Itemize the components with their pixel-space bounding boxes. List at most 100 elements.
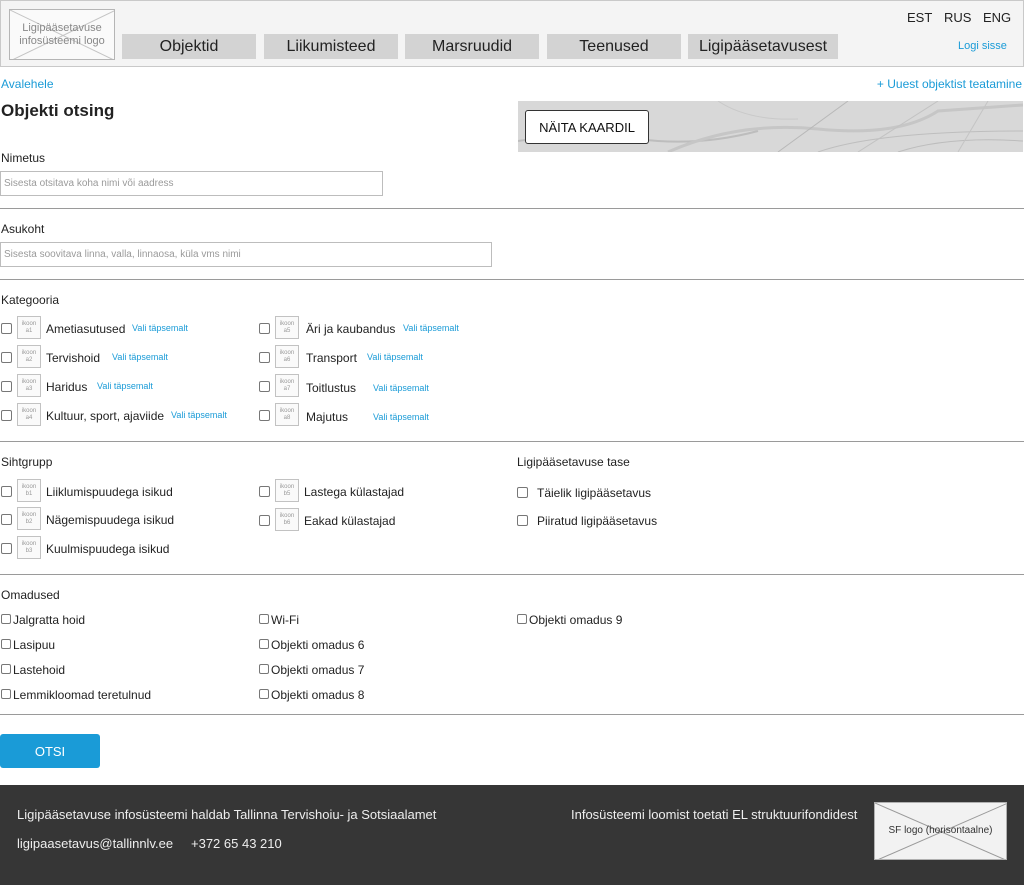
category-label-kultuur: Kultuur, sport, ajaviide (46, 409, 165, 423)
level-checkbox-limited[interactable] (517, 515, 528, 526)
property-label-omadus8: Objekti omadus 8 (271, 688, 365, 702)
category-checkbox-tervishoid[interactable] (1, 352, 12, 363)
site-logo[interactable]: Ligipääsetavuse infosüsteemi logo (9, 9, 115, 60)
report-new-object-link[interactable]: + Uuest objektist teatamine (877, 77, 1022, 91)
divider (0, 279, 1024, 280)
nav-marsruudid[interactable]: Marsruudid (405, 34, 539, 59)
lang-est[interactable]: EST (907, 10, 932, 25)
category-a1-icon: ikoon a1 (17, 316, 41, 339)
category-label: Kategooria (1, 293, 60, 307)
header: Ligipääsetavuse infosüsteemi logo Objekt… (0, 0, 1024, 67)
category-a8-icon: ikoon a8 (275, 403, 299, 426)
login-link[interactable]: Logi sisse (958, 40, 1007, 52)
property-label-omadus6: Objekti omadus 6 (271, 638, 365, 652)
target-b1-icon: ikoon b1 (17, 479, 41, 502)
category-checkbox-haridus[interactable] (1, 381, 12, 392)
category-a6-icon: ikoon a6 (275, 345, 299, 368)
divider (0, 574, 1024, 575)
nav-teenused[interactable]: Teenused (547, 34, 681, 59)
target-b2-icon: ikoon b2 (17, 507, 41, 530)
category-checkbox-kultuur[interactable] (1, 410, 12, 421)
category-checkbox-majutus[interactable] (259, 410, 270, 421)
accessibility-level-label: Ligipääsetavuse tase (517, 455, 630, 469)
property-label-lasipuu: Lasipuu (13, 638, 56, 652)
name-label: Nimetus (1, 151, 46, 165)
target-checkbox-eakad[interactable] (259, 515, 270, 526)
map-preview[interactable]: NÄITA KAARDIL (518, 101, 1023, 152)
category-label-haridus: Haridus (46, 380, 88, 394)
level-checkbox-full[interactable] (517, 487, 528, 498)
category-refine-tervishoid[interactable]: Vali täpsemalt (112, 352, 168, 362)
property-checkbox-omadus6[interactable] (259, 639, 269, 649)
category-checkbox-toitlustus[interactable] (259, 381, 270, 392)
category-refine-transport[interactable]: Vali täpsemalt (367, 352, 423, 362)
property-checkbox-lastehoid[interactable] (1, 664, 11, 674)
footer-phone: +372 65 43 210 (191, 836, 282, 851)
nav-objektid[interactable]: Objektid (122, 34, 256, 59)
category-a3-icon: ikoon a3 (17, 374, 41, 397)
nav-liikumisteed[interactable]: Liikumisteed (264, 34, 398, 59)
property-checkbox-omadus9[interactable] (517, 614, 527, 624)
target-checkbox-lastega[interactable] (259, 486, 270, 497)
category-refine-ari[interactable]: Vali täpsemalt (403, 323, 459, 333)
property-label-jalgratta: Jalgratta hoid (13, 613, 86, 627)
property-label-wifi: Wi-Fi (271, 613, 299, 627)
show-on-map-button[interactable]: NÄITA KAARDIL (525, 110, 649, 144)
location-search-input[interactable] (0, 242, 492, 267)
target-b6-icon: ikoon b6 (275, 508, 299, 531)
category-checkbox-ametiasutused[interactable] (1, 323, 12, 334)
property-checkbox-wifi[interactable] (259, 614, 269, 624)
target-checkbox-kuulmispuue[interactable] (1, 543, 12, 554)
breadcrumb-home[interactable]: Avalehele (1, 77, 54, 91)
property-label-omadus9: Objekti omadus 9 (529, 613, 623, 627)
category-label-transport: Transport (306, 351, 357, 365)
divider (0, 208, 1024, 209)
category-label-toitlustus: Toitlustus (306, 381, 357, 395)
property-label-lastehoid: Lastehoid (13, 663, 66, 677)
property-checkbox-jalgratta[interactable] (1, 614, 11, 624)
category-a5-icon: ikoon a5 (275, 316, 299, 339)
property-checkbox-lemmikloomad[interactable] (1, 689, 11, 699)
footer-maintainer: Ligipääsetavuse infosüsteemi haldab Tall… (17, 807, 437, 822)
page-title: Objekti otsing (1, 101, 115, 120)
search-button[interactable]: OTSI (0, 734, 100, 768)
property-label-lemmikloomad: Lemmikloomad teretulnud (13, 688, 152, 702)
sf-logo: SF logo (horisontaalne) (874, 802, 1007, 860)
name-search-input[interactable] (0, 171, 383, 196)
property-checkbox-lasipuu[interactable] (1, 639, 11, 649)
category-refine-haridus[interactable]: Vali täpsemalt (97, 381, 153, 391)
category-a4-icon: ikoon a4 (17, 403, 41, 426)
category-checkbox-ari[interactable] (259, 323, 270, 334)
properties-label: Omadused (1, 588, 60, 602)
level-label-limited: Piiratud ligipääsetavus (537, 514, 658, 528)
target-checkbox-liiklumispuue[interactable] (1, 486, 12, 497)
footer: Ligipääsetavuse infosüsteemi haldab Tall… (0, 785, 1024, 885)
lang-eng[interactable]: ENG (983, 10, 1011, 25)
divider (0, 714, 1024, 715)
target-label-eakad: Eakad külastajad (304, 514, 396, 528)
category-a2-icon: ikoon a2 (17, 345, 41, 368)
divider (0, 441, 1024, 442)
category-label-majutus: Majutus (306, 410, 349, 424)
category-refine-ametiasutused[interactable]: Vali täpsemalt (132, 323, 188, 333)
target-label-nagemispuue: Nägemispuudega isikud (46, 513, 175, 527)
category-a7-icon: ikoon a7 (275, 374, 299, 397)
lang-rus[interactable]: RUS (944, 10, 971, 25)
category-label-tervishoid: Tervishoid (46, 351, 101, 365)
category-refine-majutus[interactable]: Vali täpsemalt (373, 412, 429, 422)
category-refine-toitlustus[interactable]: Vali täpsemalt (373, 383, 429, 393)
target-group-label: Sihtgrupp (1, 455, 53, 469)
target-b3-icon: ikoon b3 (17, 536, 41, 559)
footer-funding: Infosüsteemi loomist toetati EL struktuu… (571, 807, 858, 822)
category-checkbox-transport[interactable] (259, 352, 270, 363)
category-label-ametiasutused: Ametiasutused (46, 322, 126, 336)
footer-email[interactable]: ligipaasetavus@tallinnlv.ee (17, 836, 173, 851)
property-checkbox-omadus7[interactable] (259, 664, 269, 674)
category-refine-kultuur[interactable]: Vali täpsemalt (171, 410, 227, 420)
target-label-lastega: Lastega külastajad (304, 485, 405, 499)
level-label-full: Täielik ligipääsetavus (537, 486, 652, 500)
target-label-kuulmispuue: Kuulmispuudega isikud (46, 542, 170, 556)
target-checkbox-nagemispuue[interactable] (1, 514, 12, 525)
property-checkbox-omadus8[interactable] (259, 689, 269, 699)
nav-ligipaasetavusest[interactable]: Ligipääsetavusest (688, 34, 838, 59)
